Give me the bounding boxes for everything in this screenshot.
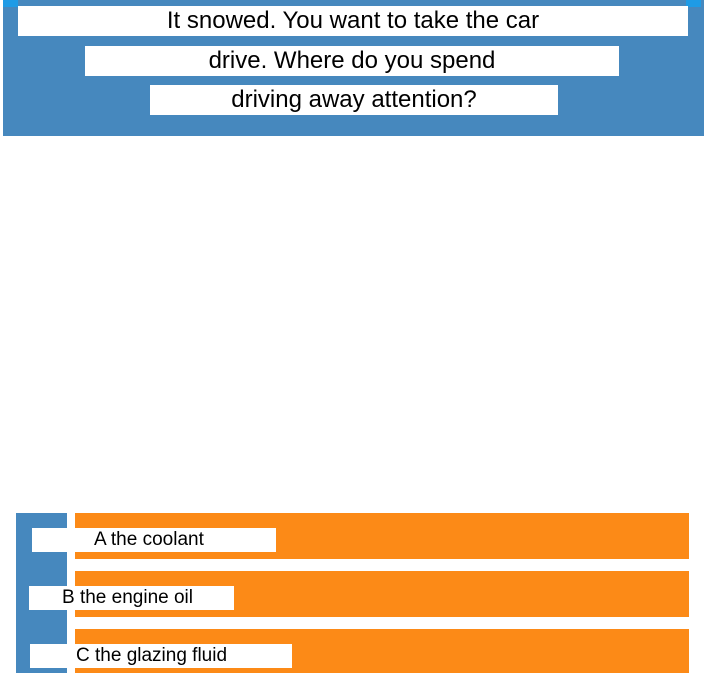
question-line-2: drive. Where do you spend — [85, 46, 619, 76]
question-line-3: driving away attention? — [150, 85, 558, 115]
question-panel: It snowed. You want to take the car driv… — [3, 0, 704, 136]
option-c-label[interactable]: C the glazing fluid — [30, 644, 292, 668]
option-b-label[interactable]: B the engine oil — [29, 586, 234, 610]
answers-list: A the coolant B the engine oil C the gla… — [16, 513, 689, 673]
corner-accent-right — [686, 0, 701, 7]
corner-accent-left — [3, 0, 18, 7]
question-line-1: It snowed. You want to take the car — [18, 6, 688, 36]
option-a-label[interactable]: A the coolant — [32, 528, 276, 552]
